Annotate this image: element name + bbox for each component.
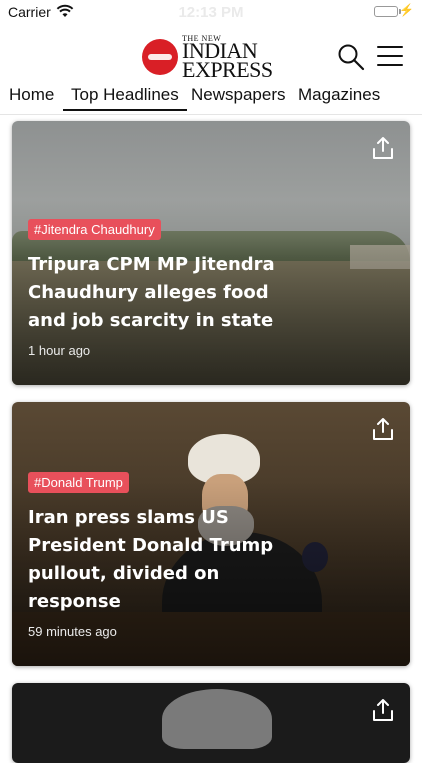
charging-icon: ⚡	[399, 3, 414, 17]
logo-title-line2: EXPRESS	[182, 57, 273, 82]
hamburger-menu-icon[interactable]	[377, 46, 407, 70]
headline-line: response	[28, 591, 121, 612]
headline-line: pullout, divided on	[28, 563, 220, 584]
tab-bar: Home Top Headlines Newspapers Magazines	[0, 82, 422, 115]
news-card[interactable]: #Jitendra Chaudhury Tripura CPM MP Jiten…	[12, 121, 410, 385]
clock: 12:13 PM	[178, 4, 244, 21]
article-time: 1 hour ago	[28, 343, 91, 358]
tab-top-headlines[interactable]: Top Headlines	[63, 85, 187, 111]
news-card[interactable]: #Donald Trump Iran press slams US Presid…	[12, 402, 410, 666]
article-headline[interactable]: Iran press slams US President Donald Tru…	[28, 504, 388, 616]
share-icon[interactable]	[370, 416, 396, 442]
article-image	[12, 683, 410, 763]
tab-newspapers[interactable]: Newspapers	[191, 85, 286, 105]
tab-magazines[interactable]: Magazines	[298, 85, 380, 105]
battery-icon	[374, 6, 398, 17]
topic-tag[interactable]: #Donald Trump	[28, 472, 129, 493]
share-icon[interactable]	[370, 697, 396, 723]
headline-line: Tripura CPM MP Jitendra	[28, 254, 275, 275]
share-icon[interactable]	[370, 135, 396, 161]
headline-line: Iran press slams US	[28, 507, 229, 528]
search-icon[interactable]	[337, 43, 365, 71]
news-card[interactable]	[12, 683, 410, 763]
article-headline[interactable]: Tripura CPM MP Jitendra Chaudhury allege…	[28, 251, 388, 335]
indian-express-logo[interactable]: THE NEW INDIAN EXPRESS	[142, 34, 282, 82]
tab-home[interactable]: Home	[9, 85, 54, 105]
headline-line: and job scarcity in state	[28, 310, 274, 331]
headline-line: Chaudhury alleges food	[28, 282, 269, 303]
app-header: THE NEW INDIAN EXPRESS	[0, 28, 422, 82]
topic-tag[interactable]: #Jitendra Chaudhury	[28, 219, 161, 240]
status-bar: Carrier 12:13 PM ⚡	[0, 0, 422, 24]
article-time: 59 minutes ago	[28, 624, 117, 639]
logo-emblem-icon	[142, 39, 178, 75]
headline-line: President Donald Trump	[28, 535, 274, 556]
